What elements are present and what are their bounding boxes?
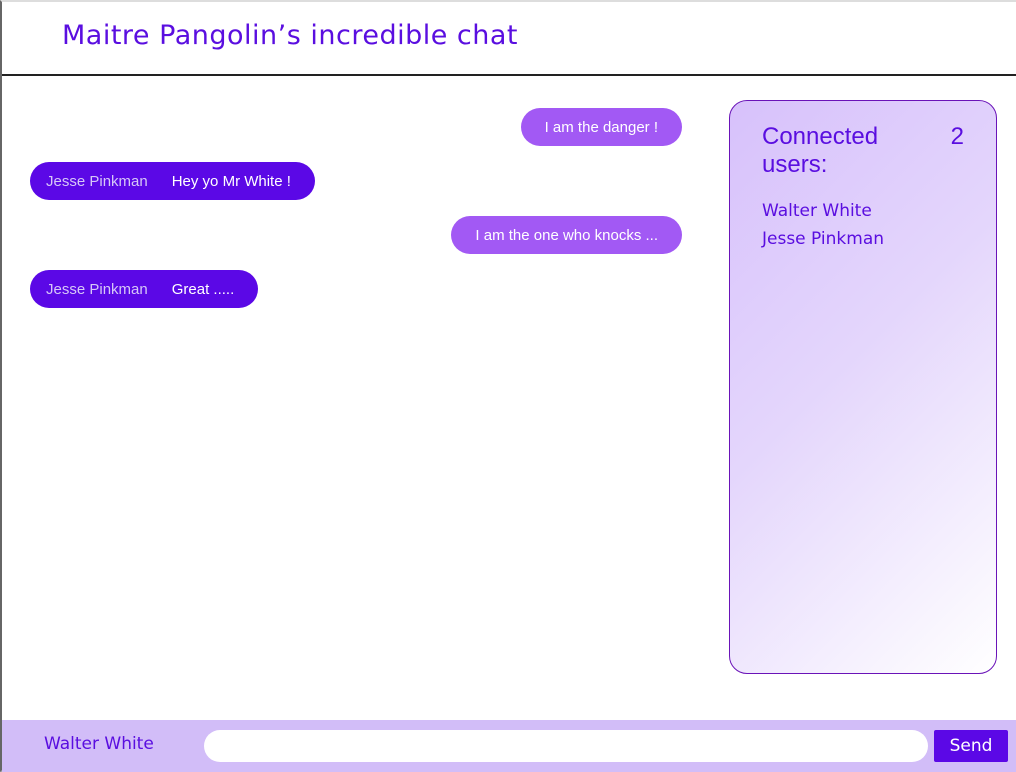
own-message-bubble: I am the danger ! xyxy=(520,108,682,146)
header: Maitre Pangolin’s incredible chat xyxy=(2,2,1016,76)
message-text: Great ..... xyxy=(171,280,235,298)
message-row: I am the danger ! xyxy=(30,108,682,146)
other-message-bubble: Jesse Pinkman Hey yo Mr White ! xyxy=(30,162,315,200)
message-row: I am the one who knocks ... xyxy=(30,216,682,254)
connected-users-title: Connected users: 2 xyxy=(762,123,964,179)
connected-users-panel: Connected users: 2 Walter White Jesse Pi… xyxy=(729,100,997,674)
message-author: Jesse Pinkman xyxy=(46,280,148,298)
message-composer: Walter White Send xyxy=(2,720,1016,772)
message-text: I am the danger ! xyxy=(544,118,658,136)
message-author: Jesse Pinkman xyxy=(46,172,148,190)
page-title: Maitre Pangolin’s incredible chat xyxy=(62,20,519,51)
send-button[interactable]: Send xyxy=(934,730,1008,762)
message-input[interactable] xyxy=(204,730,928,762)
message-row: Jesse Pinkman Great ..... xyxy=(30,270,682,308)
chat-app: Maitre Pangolin’s incredible chat I am t… xyxy=(0,0,1016,772)
connected-users-label: Connected users: xyxy=(762,123,879,178)
own-message-bubble: I am the one who knocks ... xyxy=(451,216,682,254)
user-list-item: Jesse Pinkman xyxy=(762,229,885,249)
message-row: Jesse Pinkman Hey yo Mr White ! xyxy=(30,162,682,200)
message-text: Hey yo Mr White ! xyxy=(171,172,291,190)
other-message-bubble: Jesse Pinkman Great ..... xyxy=(30,270,259,308)
message-text: I am the one who knocks ... xyxy=(475,226,658,244)
connected-users-count: 2 xyxy=(950,123,964,150)
message-list: I am the danger ! Jesse Pinkman Hey yo M… xyxy=(2,78,702,718)
current-user-name: Walter White xyxy=(44,734,154,754)
user-list-item: Walter White xyxy=(762,201,872,221)
